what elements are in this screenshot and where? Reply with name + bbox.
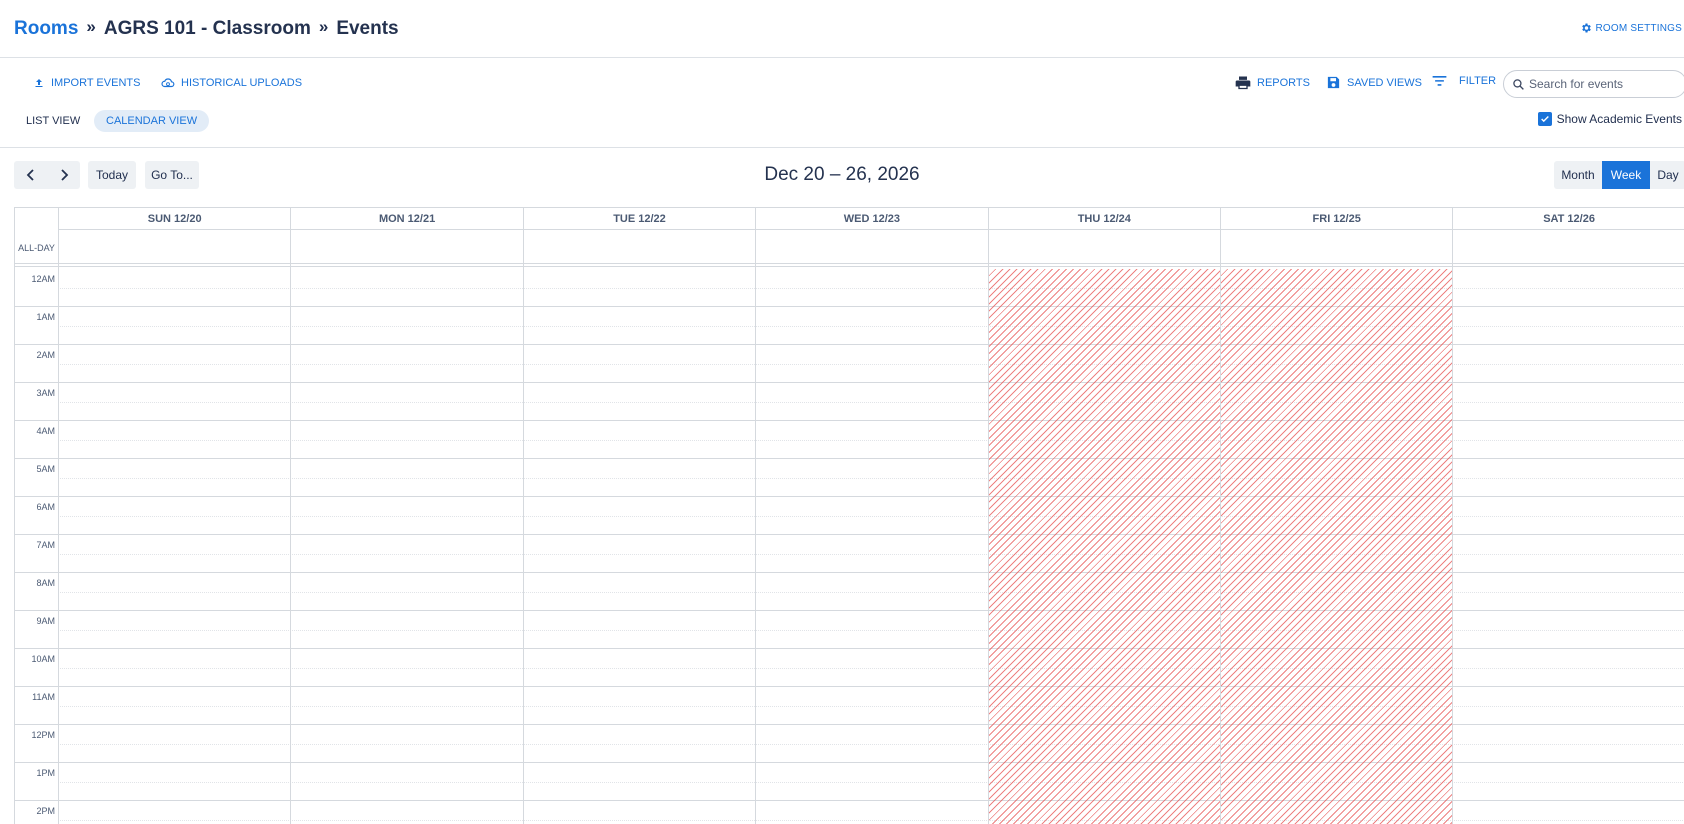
prev-week-button[interactable] — [18, 161, 44, 189]
today-button[interactable]: Today — [88, 161, 136, 189]
week-calendar-grid: ALL-DAY SUN 12/20 MON 12/21 TUE 12/22 WED 1… — [14, 207, 1684, 824]
day-column: FRI 12/25 — [1220, 208, 1453, 269]
allday-cell[interactable] — [1221, 230, 1453, 267]
hour-label: 12PM — [31, 730, 55, 740]
unavailable-day-block — [1220, 269, 1453, 824]
day-header[interactable]: MON 12/21 — [291, 208, 523, 230]
week-view-button[interactable]: Week — [1602, 161, 1650, 189]
day-header[interactable]: WED 12/23 — [756, 208, 988, 230]
cloud-history-icon — [161, 78, 175, 88]
breadcrumb-separator: » — [318, 17, 329, 36]
hour-label: 10AM — [31, 654, 55, 664]
hour-label: 5AM — [36, 464, 55, 474]
date-range-title-row: Dec 20 – 26, 2026 — [0, 164, 1684, 186]
breadcrumb-rooms-link[interactable]: Rooms — [14, 18, 78, 40]
chevron-right-icon — [60, 169, 68, 181]
saved-views-label: SAVED VIEWS — [1347, 76, 1422, 89]
day-column: WED 12/23 — [755, 208, 988, 269]
hour-label: 7AM — [36, 540, 55, 550]
breadcrumb-separator: » — [86, 17, 96, 36]
calendar-view-tab[interactable]: CALENDAR VIEW — [94, 110, 210, 132]
day-divider — [1452, 269, 1454, 824]
hour-label: 1AM — [36, 312, 55, 322]
page-title: Events — [336, 18, 399, 39]
day-header[interactable]: THU 12/24 — [988, 208, 1220, 230]
allday-cell[interactable] — [291, 230, 523, 267]
hour-label: 8AM — [36, 578, 55, 588]
goto-button[interactable]: Go To... — [145, 161, 199, 189]
day-divider — [755, 269, 757, 824]
import-events-button[interactable]: IMPORT EVENTS — [33, 77, 140, 89]
day-column: SAT 12/26 — [1452, 208, 1684, 269]
hour-label: 2AM — [36, 350, 55, 360]
search-input[interactable] — [1529, 77, 1679, 91]
day-divider — [522, 269, 524, 824]
saved-views-button[interactable]: SAVED VIEWS — [1326, 75, 1422, 90]
hour-label: 3AM — [36, 388, 55, 398]
day-divider — [1220, 269, 1221, 824]
room-settings-button[interactable]: ROOM SETTINGS — [1580, 22, 1683, 34]
hour-label: 1PM — [36, 768, 55, 778]
day-header[interactable]: SAT 12/26 — [1453, 208, 1684, 230]
reports-button[interactable]: REPORTS — [1235, 75, 1310, 90]
toolbar: IMPORT EVENTS HISTORICAL UPLOADS REPORTS… — [0, 58, 1684, 148]
prev-next-group — [14, 161, 80, 189]
chevron-left-icon — [26, 169, 34, 181]
gear-icon — [1581, 23, 1591, 33]
day-divider — [290, 269, 292, 824]
allday-cell[interactable] — [756, 230, 988, 267]
room-settings-label: ROOM SETTINGS — [1595, 22, 1682, 34]
allday-label: ALL-DAY — [15, 230, 58, 267]
hour-label: 6AM — [36, 502, 55, 512]
breadcrumb-room-link[interactable]: AGRS 101 - Classroom — [104, 18, 311, 40]
list-view-tab[interactable]: LIST VIEW — [14, 110, 92, 132]
hour-label: 11AM — [32, 692, 55, 702]
filter-icon — [1432, 76, 1447, 86]
day-divider — [58, 269, 59, 824]
view-mode-group: Month Week Day — [1554, 161, 1684, 189]
day-column: SUN 12/20 — [58, 208, 291, 269]
hour-label: 2PM — [36, 806, 55, 816]
date-range-title: Dec 20 – 26, 2026 — [764, 164, 920, 185]
hour-label: 9AM — [36, 616, 55, 626]
day-header[interactable]: TUE 12/22 — [523, 208, 756, 230]
month-view-button[interactable]: Month — [1554, 161, 1602, 189]
allday-cell[interactable] — [1453, 230, 1684, 267]
page-header: Rooms » AGRS 101 - Classroom » Events RO… — [0, 0, 1684, 58]
day-header[interactable]: SUN 12/20 — [59, 208, 291, 230]
printer-icon — [1235, 76, 1251, 90]
filter-label: FILTER — [1459, 75, 1497, 87]
show-academic-events-toggle: Show Academic Events — [1537, 112, 1682, 126]
filter-button[interactable]: FILTER — [1432, 75, 1496, 87]
save-icon — [1327, 76, 1340, 89]
day-header[interactable]: FRI 12/25 — [1221, 208, 1453, 230]
hour-label: 12AM — [31, 274, 55, 284]
allday-cell[interactable] — [59, 230, 291, 267]
show-academic-events-checkbox[interactable] — [1537, 112, 1552, 126]
search-box — [1503, 70, 1684, 98]
historical-uploads-button[interactable]: HISTORICAL UPLOADS — [161, 77, 302, 89]
day-view-button[interactable]: Day — [1650, 161, 1684, 189]
upload-icon — [35, 79, 43, 87]
checkmark-icon — [1540, 115, 1549, 123]
day-column: THU 12/24 — [987, 208, 1220, 269]
import-events-label: IMPORT EVENTS — [51, 77, 141, 89]
day-column: MON 12/21 — [290, 208, 523, 269]
day-column: TUE 12/22 — [522, 208, 756, 269]
day-divider — [987, 269, 989, 824]
breadcrumb: Rooms » AGRS 101 - Classroom » Events — [14, 17, 399, 40]
allday-cell[interactable] — [988, 230, 1220, 267]
allday-cell[interactable] — [523, 230, 756, 267]
historical-uploads-label: HISTORICAL UPLOADS — [181, 77, 303, 89]
search-icon — [1513, 78, 1524, 90]
time-grid: 12AM 1AM 2AM 3AM 4AM 5AM 6AM 7AM 8AM 9AM 10AM 11AM 1… — [15, 269, 1684, 824]
next-week-button[interactable] — [51, 161, 77, 189]
show-academic-events-label: Show Academic Events — [1556, 112, 1682, 126]
hour-label: 4AM — [36, 426, 55, 436]
unavailable-day-block — [987, 269, 1220, 824]
reports-label: REPORTS — [1257, 76, 1310, 89]
